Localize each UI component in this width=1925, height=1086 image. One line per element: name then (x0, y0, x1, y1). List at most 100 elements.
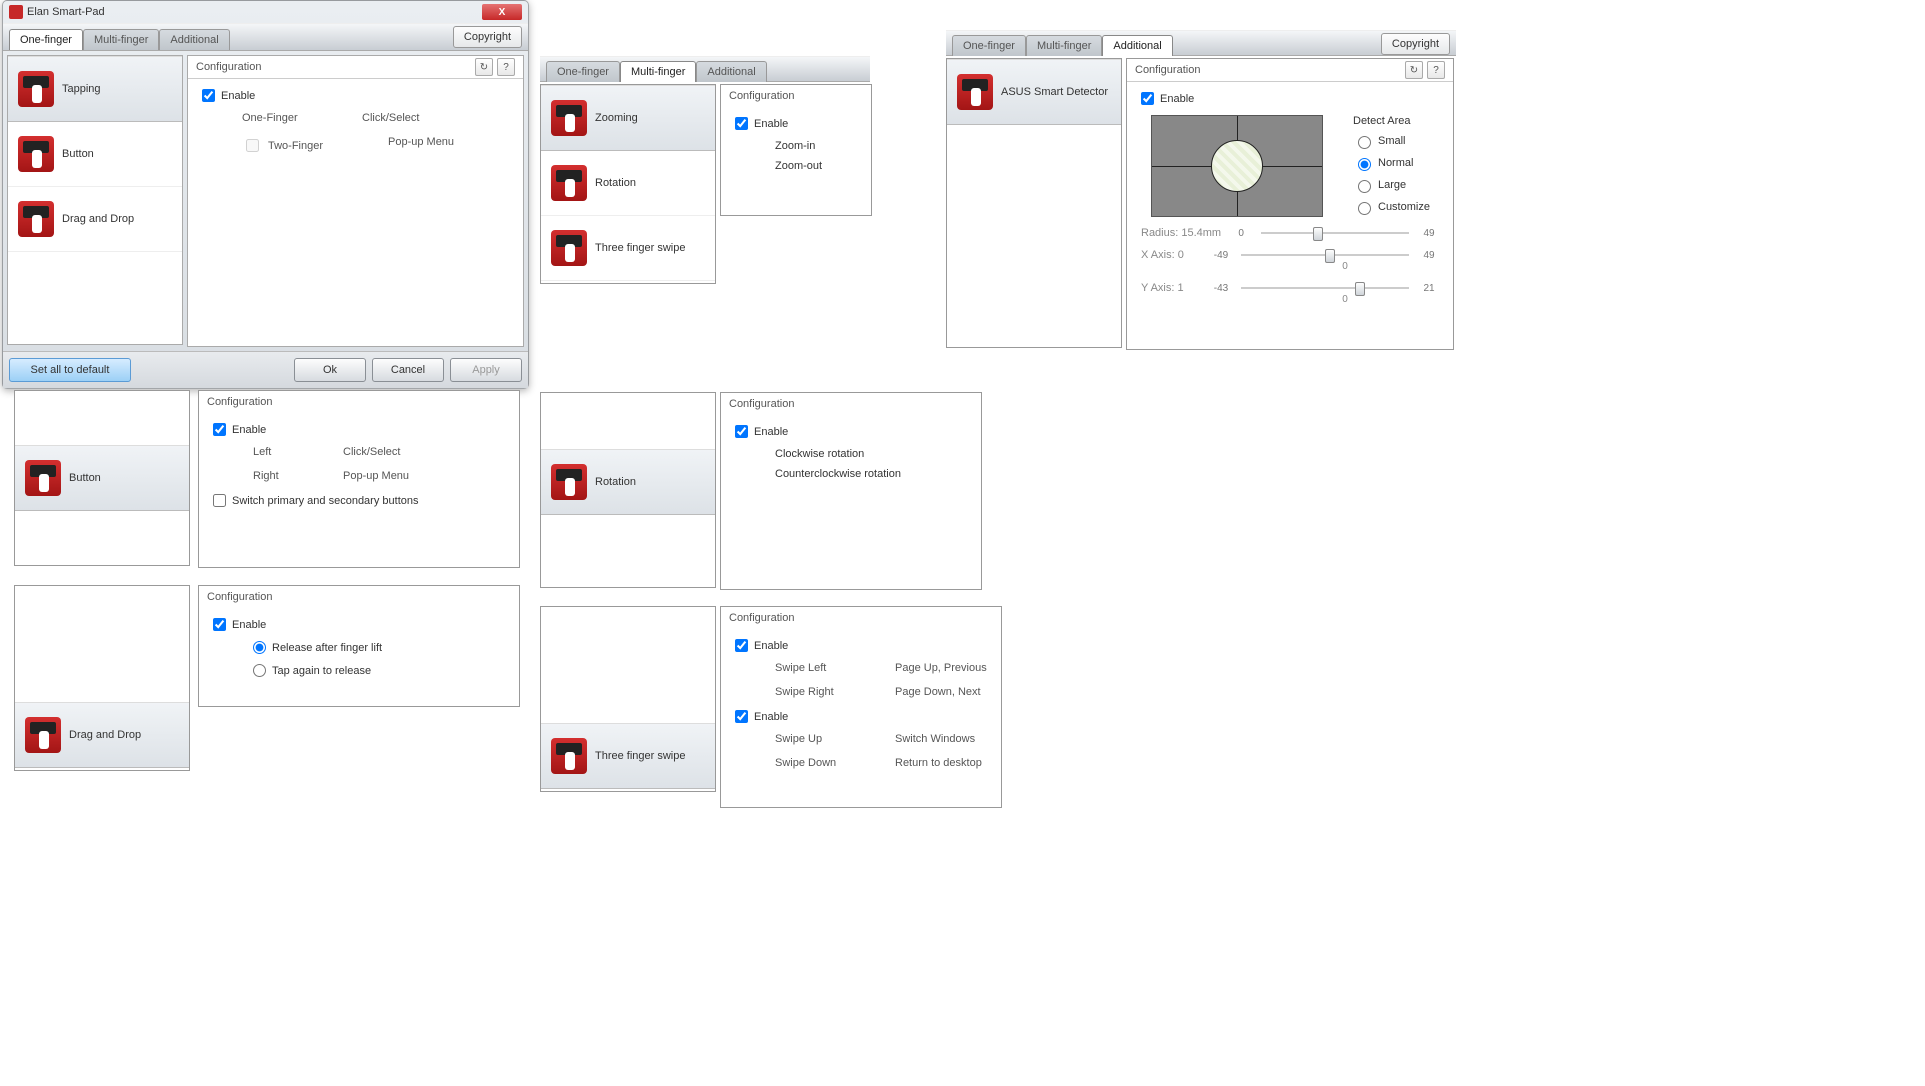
ok-button[interactable]: Ok (294, 358, 366, 382)
radio-normal[interactable]: Normal (1353, 155, 1430, 171)
sidebar-item-label: Rotation (595, 476, 636, 488)
config-panel-swipe: Configuration Enable Swipe LeftPage Up, … (720, 606, 1002, 808)
sidebar-additional: ASUS Smart Detector (946, 58, 1122, 348)
xaxis-slider[interactable] (1241, 254, 1409, 256)
help-icon[interactable]: ? (497, 58, 515, 76)
window-title: Elan Smart-Pad (27, 6, 105, 18)
copyright-button[interactable]: Copyright (453, 26, 522, 48)
opt-one-finger: One-Finger (242, 112, 322, 124)
radio-release-after-lift[interactable]: Release after finger lift (253, 641, 505, 654)
radio-customize[interactable]: Customize (1353, 199, 1430, 215)
enable-checkbox[interactable]: Enable (735, 117, 857, 130)
sidebar-rotation: Rotation (540, 392, 716, 588)
sidebar-item-dragdrop[interactable]: Drag and Drop (8, 187, 182, 252)
sidebar-item-zooming[interactable]: Zooming (541, 85, 715, 151)
radio-tap-again[interactable]: Tap again to release (253, 664, 505, 677)
tab-multi-finger[interactable]: Multi-finger (83, 29, 159, 50)
sidebar-button: Button (14, 390, 190, 566)
config-panel-detector: Configuration ↻ ? Enable Detect Area Sma… (1126, 58, 1454, 350)
left-val: Click/Select (343, 446, 423, 458)
help-icon[interactable]: ? (1427, 61, 1445, 79)
config-panel-rotation: Configuration Enable Clockwise rotation … (720, 392, 982, 590)
sidebar-item-label: Zooming (595, 112, 638, 124)
tab-row-3: One-finger Multi-finger Additional Copyr… (946, 30, 1456, 56)
radio-large[interactable]: Large (1353, 177, 1430, 193)
config-title: Configuration (196, 61, 261, 73)
set-default-button[interactable]: Set all to default (9, 358, 131, 382)
detect-area-diagram (1151, 115, 1323, 217)
opt-two-finger: Two-Finger (268, 140, 348, 152)
enable-checkbox-v[interactable]: Enable (735, 710, 987, 723)
apply-button[interactable]: Apply (450, 358, 522, 382)
dialog-onefinger: Elan Smart-Pad X One-finger Multi-finger… (2, 0, 529, 389)
enable-checkbox[interactable]: Enable (735, 425, 967, 438)
sidebar-item-dragdrop[interactable]: Drag and Drop (15, 702, 189, 768)
detect-area-label: Detect Area (1353, 115, 1430, 127)
sidebar-item-threeswipe[interactable]: Three finger swipe (541, 723, 715, 789)
sidebar-item-rotation[interactable]: Rotation (541, 151, 715, 216)
two-finger-checkbox (246, 139, 259, 152)
right-val: Pop-up Menu (343, 470, 423, 482)
zoom-icon (551, 100, 587, 136)
swipe-icon (551, 738, 587, 774)
close-button[interactable]: X (482, 4, 522, 20)
tab-additional[interactable]: Additional (159, 29, 229, 50)
sidebar-item-button[interactable]: Button (8, 122, 182, 187)
detect-area-options: Detect Area Small Normal Large Customize (1353, 115, 1430, 217)
drag-icon (25, 717, 61, 753)
radio-small[interactable]: Small (1353, 133, 1430, 149)
tab-multi-finger[interactable]: Multi-finger (1026, 35, 1102, 56)
enable-checkbox[interactable]: Enable (1141, 92, 1439, 105)
zoom-out-item: Zoom-out (775, 160, 857, 172)
sidebar-item-rotation[interactable]: Rotation (541, 449, 715, 515)
sidebar-dragdrop: Drag and Drop (14, 585, 190, 771)
config-title: Configuration (729, 612, 794, 624)
enable-checkbox-h[interactable]: Enable (735, 639, 987, 652)
tap-icon (18, 71, 54, 107)
radius-slider[interactable] (1261, 232, 1409, 234)
enable-checkbox[interactable]: Enable (213, 618, 505, 631)
sidebar-item-label: Button (62, 148, 94, 160)
app-icon (9, 5, 23, 19)
tab-additional[interactable]: Additional (696, 61, 766, 82)
sidebar: Tapping Button Drag and Drop (7, 55, 183, 345)
enable-checkbox[interactable]: Enable (202, 89, 509, 102)
config-panel-drag: Configuration Enable Release after finge… (198, 585, 520, 707)
tab-one-finger[interactable]: One-finger (952, 35, 1026, 56)
sidebar-item-label: Drag and Drop (62, 213, 134, 225)
cancel-button[interactable]: Cancel (372, 358, 444, 382)
right-label: Right (253, 470, 303, 482)
zoom-in-item: Zoom-in (775, 140, 857, 152)
swipe-icon (551, 230, 587, 266)
sidebar-item-label: Three finger swipe (595, 242, 686, 254)
config-panel: Configuration ↻ ? Enable One-Finger Clic… (187, 55, 524, 347)
sidebar-item-asus-detector[interactable]: ASUS Smart Detector (947, 59, 1121, 125)
sidebar-item-label: ASUS Smart Detector (1001, 86, 1108, 98)
sidebar-item-button[interactable]: Button (15, 445, 189, 511)
yaxis-slider[interactable] (1241, 287, 1409, 289)
button-row: Set all to default Ok Cancel Apply (3, 351, 528, 388)
tab-one-finger[interactable]: One-finger (546, 61, 620, 82)
sidebar-item-threeswipe[interactable]: Three finger swipe (541, 216, 715, 281)
config-title: Configuration (729, 398, 794, 410)
tab-row-2: One-finger Multi-finger Additional (540, 56, 870, 82)
refresh-icon[interactable]: ↻ (475, 58, 493, 76)
copyright-button[interactable]: Copyright (1381, 33, 1450, 55)
sidebar-item-label: Three finger swipe (595, 750, 686, 762)
sidebar-item-label: Drag and Drop (69, 729, 141, 741)
sidebar-threeswipe: Three finger swipe (540, 606, 716, 792)
ccw-rotation: Counterclockwise rotation (775, 468, 967, 480)
tab-additional[interactable]: Additional (1102, 35, 1172, 56)
titlebar: Elan Smart-Pad X (3, 1, 528, 23)
sidebar-item-label: Button (69, 472, 101, 484)
refresh-icon[interactable]: ↻ (1405, 61, 1423, 79)
rotate-icon (551, 165, 587, 201)
tab-multi-finger[interactable]: Multi-finger (620, 61, 696, 82)
sidebar-item-tapping[interactable]: Tapping (8, 56, 182, 122)
enable-checkbox[interactable]: Enable (213, 423, 505, 436)
config-title: Configuration (207, 591, 272, 603)
tab-one-finger[interactable]: One-finger (9, 29, 83, 50)
swap-buttons-checkbox[interactable]: Switch primary and secondary buttons (213, 494, 505, 507)
config-title: Configuration (729, 90, 794, 102)
config-title: Configuration (1135, 64, 1200, 76)
